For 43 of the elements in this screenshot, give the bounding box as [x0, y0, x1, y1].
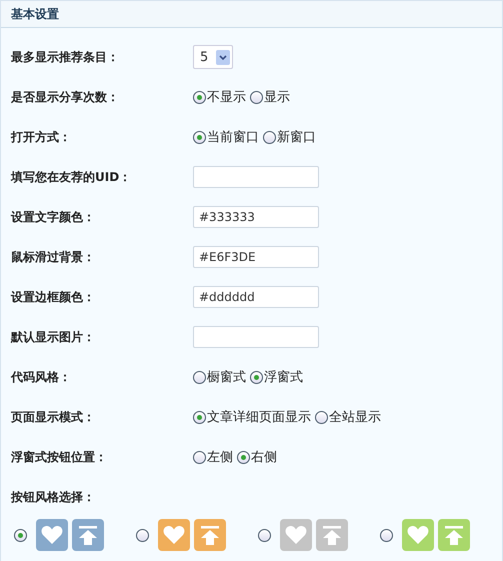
radio-button[interactable]	[250, 90, 263, 104]
field-label: 鼠标滑过背景：	[11, 248, 96, 266]
text-field[interactable]: #333333	[193, 206, 319, 228]
field-label: 设置边框颜色：	[11, 288, 96, 306]
radio-label[interactable]: 当前窗口	[207, 128, 259, 146]
radio-button[interactable]	[315, 410, 328, 424]
field-label: 按钮风格选择：	[11, 488, 96, 506]
radio-label[interactable]: 文章详细页面显示	[207, 408, 311, 426]
radio-label[interactable]: 不显示	[207, 88, 246, 106]
radio-button[interactable]	[193, 130, 206, 144]
radio-label[interactable]: 显示	[264, 88, 290, 106]
radio-button[interactable]	[193, 370, 206, 384]
field-label: 最多显示推荐条目：	[11, 48, 120, 66]
radio-button[interactable]	[14, 528, 27, 542]
text-field[interactable]: #dddddd	[193, 286, 319, 308]
field-label: 填写您在友荐的UID：	[11, 168, 132, 186]
field-label: 默认显示图片：	[11, 328, 96, 346]
radio-label[interactable]: 右侧	[251, 448, 277, 466]
section-title: 基本设置	[11, 6, 59, 22]
field-label: 浮窗式按钮位置：	[11, 448, 108, 466]
text-field[interactable]	[193, 326, 319, 348]
radio-button[interactable]	[250, 370, 263, 384]
radio-label[interactable]: 新窗口	[277, 128, 316, 146]
radio-label[interactable]: 橱窗式	[207, 368, 246, 386]
radio-button[interactable]	[193, 90, 206, 104]
radio-button[interactable]	[136, 528, 149, 542]
field-label: 是否显示分享次数：	[11, 88, 120, 106]
text-field[interactable]: #E6F3DE	[193, 246, 319, 268]
radio-label[interactable]: 全站显示	[329, 408, 381, 426]
field-label: 打开方式：	[11, 128, 72, 146]
field-label: 页面显示模式：	[11, 408, 96, 426]
radio-button[interactable]	[193, 410, 206, 424]
radio-label[interactable]: 浮窗式	[264, 368, 303, 386]
count-select[interactable]: 5	[193, 45, 234, 69]
radio-button[interactable]	[193, 450, 206, 464]
radio-button[interactable]	[263, 130, 276, 144]
radio-button[interactable]	[237, 450, 250, 464]
text-field[interactable]	[193, 166, 319, 188]
radio-button[interactable]	[380, 528, 393, 542]
field-label: 代码风格：	[11, 368, 72, 386]
radio-button[interactable]	[258, 528, 271, 542]
radio-label[interactable]: 左侧	[207, 448, 233, 466]
field-label: 设置文字颜色：	[11, 208, 96, 226]
